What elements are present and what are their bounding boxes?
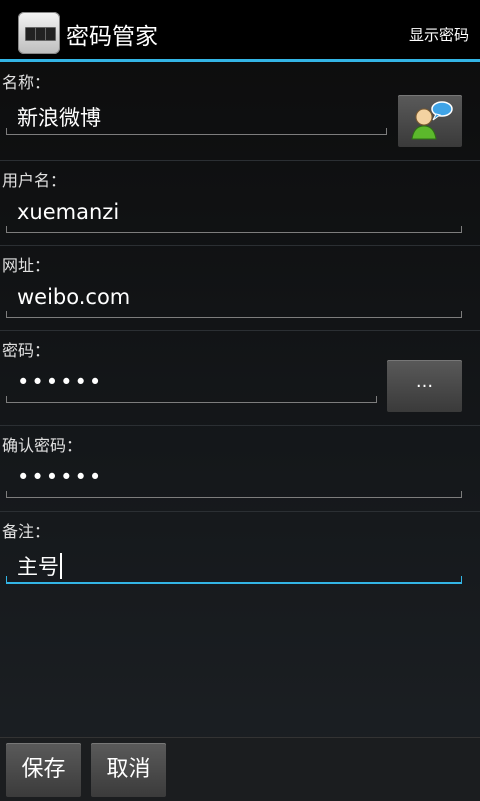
username-value: xuemanzi [17, 200, 120, 224]
note-field[interactable]: 主号 [6, 550, 462, 584]
url-field[interactable]: weibo.com [6, 284, 462, 318]
note-label: 备注： [2, 522, 51, 541]
note-section: 备注： 主号 [0, 511, 480, 588]
confirm-password-field[interactable]: •••••• [6, 464, 462, 498]
username-section: 用户名： xuemanzi [0, 160, 480, 246]
app-title: 密码管家 [66, 24, 158, 50]
action-bar: 密码管家 显示密码 [0, 0, 480, 62]
save-button[interactable]: 保存 [6, 743, 81, 797]
name-label: 名称： [2, 73, 51, 92]
cancel-button[interactable]: 取消 [91, 743, 166, 797]
username-field[interactable]: xuemanzi [6, 199, 462, 233]
bottom-button-bar: 保存 取消 [0, 737, 480, 801]
contact-icon [411, 101, 453, 140]
text-cursor [60, 553, 62, 579]
generate-password-button[interactable]: ... [387, 360, 462, 412]
password-value: •••••• [17, 370, 104, 394]
show-password-menu[interactable]: 显示密码 [409, 24, 469, 45]
username-label: 用户名： [2, 171, 67, 190]
url-value: weibo.com [17, 285, 131, 309]
url-section: 网址： weibo.com [0, 245, 480, 331]
note-value: 主号 [17, 555, 59, 579]
confirm-section: 确认密码： •••••• [0, 425, 480, 512]
name-value: 新浪微博 [17, 106, 101, 130]
note-text: 主号 [17, 551, 62, 581]
password-label: 密码： [2, 341, 51, 360]
confirm-password-value: •••••• [17, 465, 104, 489]
contact-picker-button[interactable] [398, 95, 462, 147]
confirm-label: 确认密码： [2, 436, 83, 455]
password-field[interactable]: •••••• [6, 369, 377, 403]
app-logo-icon [18, 12, 60, 54]
url-label: 网址： [2, 256, 51, 275]
name-field[interactable]: 新浪微博 [6, 101, 387, 135]
